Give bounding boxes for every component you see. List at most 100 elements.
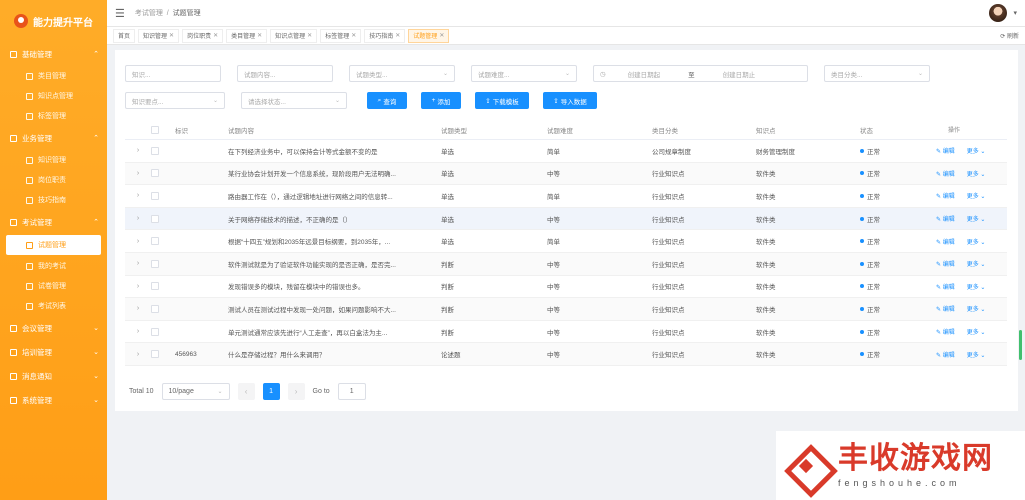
tab-2[interactable]: 岗位职责 ✕ [182, 28, 224, 43]
date-end[interactable]: 创建日期止 [723, 69, 756, 79]
tab-5[interactable]: 标签管理 ✕ [320, 28, 362, 43]
edit-button[interactable]: ✎ 编辑 [936, 146, 955, 155]
table-row[interactable]: › 关于网络存储技术的描述，不正确的是（） 单选 中等 行业知识点 软件类 正常 ✎ 编辑 更多… [125, 207, 1007, 231]
sidebar-item-1-1[interactable]: 岗位职责 [0, 170, 107, 190]
sidebar-group-1[interactable]: 业务管理 ⌃ [0, 126, 107, 150]
sidebar-item-0-1[interactable]: 知识点管理 [0, 86, 107, 106]
refresh-button[interactable]: ⟳ 刷新 [1000, 31, 1019, 40]
row-checkbox-cell[interactable] [151, 304, 175, 313]
download-template-button[interactable]: ⇪ 下载模板 [475, 92, 529, 109]
close-icon[interactable]: ✕ [307, 32, 312, 39]
breadcrumb-parent[interactable]: 考试管理 [135, 10, 163, 17]
select-all-checkbox[interactable] [151, 125, 175, 134]
prev-page-button[interactable]: ‹ [237, 383, 255, 400]
import-data-button[interactable]: ⇪ 导入数据 [543, 92, 597, 109]
edit-button[interactable]: ✎ 编辑 [936, 169, 955, 178]
add-button[interactable]: + 添加 [421, 92, 461, 109]
sidebar-item-1-2[interactable]: 技巧指南 [0, 190, 107, 210]
more-button[interactable]: 更多 ⌄ [967, 304, 986, 313]
table-row[interactable]: › 456963 什么是存储过程？用什么来调用？ 论述题 中等 行业知识点 软件类 正常 ✎ 编… [125, 343, 1007, 366]
more-button[interactable]: 更多 ⌄ [967, 350, 986, 359]
sidebar-item-1-0[interactable]: 知识管理 [0, 150, 107, 170]
more-button[interactable]: 更多 ⌄ [967, 191, 986, 200]
expand-icon[interactable]: › [125, 351, 151, 358]
kp-select[interactable]: 知识要点... ⌄ [125, 92, 225, 109]
expand-icon[interactable]: › [125, 147, 151, 154]
more-button[interactable]: 更多 ⌄ [967, 146, 986, 155]
more-button[interactable]: 更多 ⌄ [967, 259, 986, 268]
sidebar-group-4[interactable]: 培训管理 ⌄ [0, 340, 107, 364]
row-checkbox-cell[interactable] [151, 214, 175, 223]
tab-4[interactable]: 知识点管理 ✕ [270, 28, 318, 43]
next-page-button[interactable]: › [287, 383, 305, 400]
checkbox[interactable] [151, 327, 159, 336]
tab-7[interactable]: 试题管理 ✕ [408, 28, 450, 43]
sidebar-group-0[interactable]: 基础管理 ⌃ [0, 42, 107, 66]
sidebar-item-0-0[interactable]: 类目管理 [0, 66, 107, 86]
row-checkbox-cell[interactable] [151, 191, 175, 200]
row-checkbox-cell[interactable] [151, 350, 175, 359]
close-icon[interactable]: ✕ [213, 32, 218, 39]
checkbox[interactable] [151, 169, 159, 178]
row-checkbox-cell[interactable] [151, 146, 175, 155]
more-button[interactable]: 更多 ⌄ [967, 214, 986, 223]
expand-icon[interactable]: › [125, 260, 151, 267]
checkbox[interactable] [151, 214, 159, 223]
close-icon[interactable]: ✕ [395, 32, 400, 39]
expand-icon[interactable]: › [125, 283, 151, 290]
row-checkbox-cell[interactable] [151, 327, 175, 336]
tab-6[interactable]: 技巧指南 ✕ [364, 28, 406, 43]
category-select[interactable]: 类目分类... ⌄ [824, 65, 930, 82]
sidebar-item-0-2[interactable]: 标签管理 [0, 106, 107, 126]
content-input[interactable]: 试题内容... [237, 65, 333, 82]
difficulty-select[interactable]: 试题难度... ⌄ [471, 65, 577, 82]
more-button[interactable]: 更多 ⌄ [967, 282, 986, 291]
more-button[interactable]: 更多 ⌄ [967, 327, 986, 336]
page-1-button[interactable]: 1 [262, 383, 280, 400]
sidebar-group-5[interactable]: 消息通知 ⌄ [0, 364, 107, 388]
table-row[interactable]: › 在下列经济业务中，可以保持会计等式金额不变的是 单选 简单 公司规章制度 财务管理制度… [125, 140, 1007, 163]
date-start[interactable]: 创建日期起 [628, 69, 661, 79]
expand-icon[interactable]: › [125, 305, 151, 312]
sidebar-item-2-2[interactable]: 试卷管理 [0, 276, 107, 296]
checkbox[interactable] [151, 125, 159, 134]
row-checkbox-cell[interactable] [151, 169, 175, 178]
close-icon[interactable]: ✕ [439, 32, 444, 39]
sidebar-item-2-0[interactable]: 试题管理 [6, 235, 101, 255]
table-row[interactable]: › 发现错误多的模块，残留在模块中的错误也多。 判断 中等 行业知识点 软件类 正常 ✎ 编辑… [125, 276, 1007, 299]
table-row[interactable]: › 单元测试通常应该先进行“人工走查”，再以白盒法为主... 判断 中等 行业知识点 软件… [125, 321, 1007, 344]
checkbox[interactable] [151, 304, 159, 313]
scrollbar[interactable] [1019, 330, 1022, 360]
checkbox[interactable] [151, 237, 159, 246]
edit-button[interactable]: ✎ 编辑 [936, 259, 955, 268]
edit-button[interactable]: ✎ 编辑 [936, 191, 955, 200]
edit-button[interactable]: ✎ 编辑 [936, 214, 955, 223]
kp-input[interactable]: 知识... [125, 65, 221, 82]
close-icon[interactable]: ✕ [351, 32, 356, 39]
tab-1[interactable]: 知识管理 ✕ [138, 28, 180, 43]
row-checkbox-cell[interactable] [151, 259, 175, 268]
table-row[interactable]: › 路由器工作在（），通过逻辑地址进行网络之间的信息转... 单选 简单 行业知识点 软件… [125, 185, 1007, 208]
status-select[interactable]: 请选择状态... ⌄ [241, 92, 347, 109]
avatar[interactable] [989, 4, 1007, 22]
edit-button[interactable]: ✎ 编辑 [936, 350, 955, 359]
table-row[interactable]: › 测试人员在测试过程中发现一处问题，如果问题影响不大... 判断 中等 行业知识点 软件… [125, 298, 1007, 321]
more-button[interactable]: 更多 ⌄ [967, 169, 986, 178]
edit-button[interactable]: ✎ 编辑 [936, 304, 955, 313]
tab-0[interactable]: 首页 [113, 28, 136, 43]
edit-button[interactable]: ✎ 编辑 [936, 282, 955, 291]
row-checkbox-cell[interactable] [151, 237, 175, 246]
close-icon[interactable]: ✕ [257, 32, 262, 39]
sidebar-item-2-3[interactable]: 考试列表 [0, 296, 107, 316]
type-select[interactable]: 试题类型... ⌄ [349, 65, 455, 82]
checkbox[interactable] [151, 282, 159, 291]
sidebar-item-2-1[interactable]: 我的考试 [0, 256, 107, 276]
checkbox[interactable] [151, 350, 159, 359]
checkbox[interactable] [151, 146, 159, 155]
checkbox[interactable] [151, 259, 159, 268]
table-row[interactable]: › 软件测试就是为了验证软件功能实现的是否正确，是否完... 判断 中等 行业知识点 软件… [125, 252, 1007, 276]
table-row[interactable]: › 根据“十四五”规划和2035年远景目标纲要，到2035年，... 单选 简单 行业知… [125, 230, 1007, 253]
sidebar-group-6[interactable]: 系统管理 ⌄ [0, 388, 107, 412]
expand-icon[interactable]: › [125, 238, 151, 245]
row-checkbox-cell[interactable] [151, 282, 175, 291]
